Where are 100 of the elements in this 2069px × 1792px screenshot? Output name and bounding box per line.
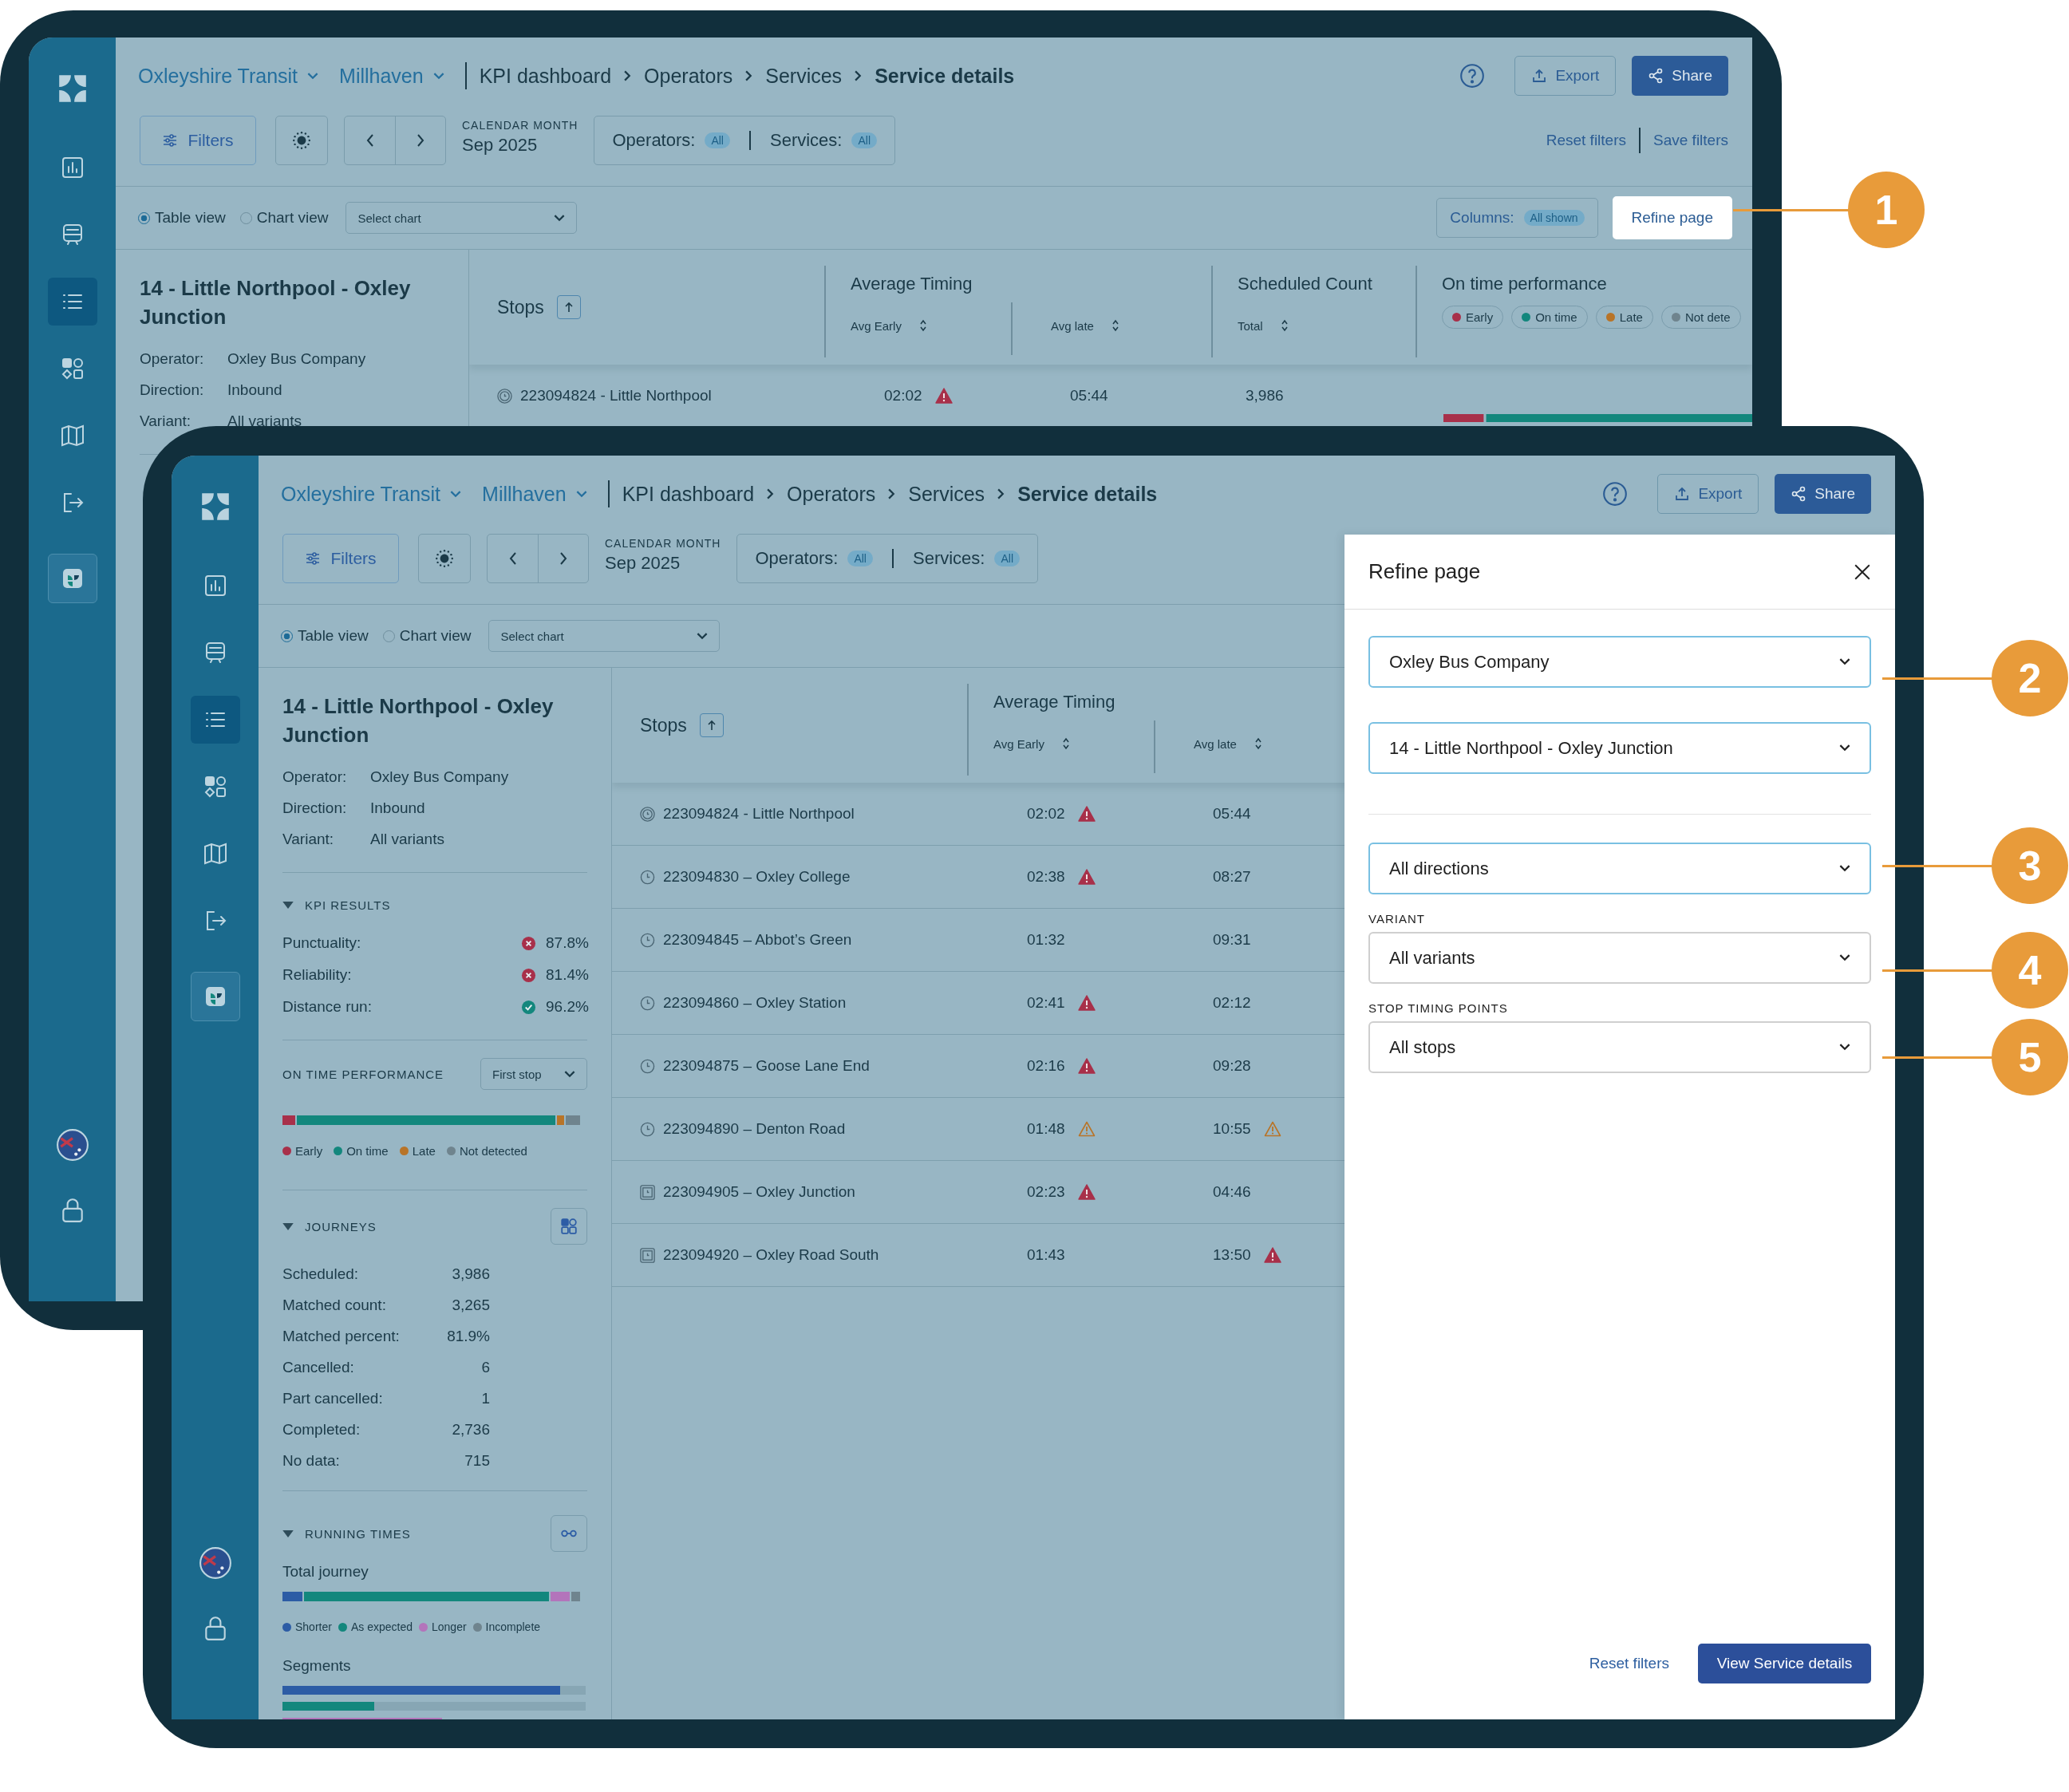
scope-selector[interactable]: Operators: All Services: All [594,116,895,165]
section-title: ON TIME PERFORMANCE [282,1067,444,1081]
filter-link[interactable]: Save filters [1653,132,1728,149]
time-value: 02:23 [1027,1183,1065,1201]
filters-button[interactable]: Filters [140,116,256,165]
detail-label: Operator: [140,350,205,368]
filter-link[interactable]: Reset filters [1546,132,1626,149]
columns-selector[interactable]: Columns: All shown [1436,198,1598,238]
journey-value: 715 [464,1452,490,1470]
time-value: 13:50 [1213,1246,1251,1264]
column-header: Avg late [1051,318,1094,333]
view-radio[interactable]: Chart view [239,209,329,227]
month-label: CALENDAR MONTH [605,537,721,550]
filters-button[interactable]: Filters [282,534,399,583]
breadcrumb-link[interactable]: Operators [787,482,876,506]
time-value: 02:41 [1027,994,1065,1012]
detail-value: All variants [227,412,302,430]
total-journey-label: Total journey [282,1563,369,1581]
refine-page-button[interactable]: Refine page [1612,196,1732,239]
detail-label: Direction: [140,381,205,399]
chart-select[interactable]: Select chart [488,620,721,652]
detail-value: All variants [370,831,445,848]
legend-label: Incomplete [485,1620,541,1633]
panel-title: Refine page [1368,559,1481,584]
legend-label: Longer [432,1620,467,1633]
kpi-value: 81.4% [546,966,587,984]
time-value: 05:44 [1070,387,1108,405]
journey-label: Matched percent: [282,1328,401,1345]
detail-value: Oxley Bus Company [370,768,510,786]
journey-label: Completed: [282,1421,361,1439]
detail-label: Variant: [282,831,335,848]
column-header: Stops [640,714,687,736]
detail-value: Inbound [370,799,426,817]
services-chip: All [994,551,1020,566]
view-radio[interactable]: Chart view [382,627,472,645]
journey-value: 81.9% [446,1328,490,1345]
export-button[interactable]: Export [1657,474,1759,514]
legend-label: Not detected [459,1144,527,1158]
column-header: Avg late [1194,736,1237,751]
share-button[interactable]: Share [1632,56,1728,96]
time-value: 01:32 [1027,931,1065,949]
column-header: Stops [497,296,544,318]
view-radio[interactable]: Table view [281,627,369,645]
journey-value: 3,265 [451,1297,490,1314]
legend-label: Shorter [295,1620,332,1633]
detail-label: Variant: [140,412,192,430]
export-button[interactable]: Export [1514,56,1617,96]
reset-filters-link[interactable]: Reset filters [1589,1655,1669,1672]
month-label: CALENDAR MONTH [462,119,578,132]
services-label: Services: [912,548,985,569]
callout-badge: 2 [1992,640,2068,716]
stop-name: 223094860 – Oxley Station [663,994,847,1012]
dropdown-field[interactable]: All directions [1368,843,1871,894]
time-value: 02:12 [1213,994,1251,1012]
breadcrumb-link[interactable]: KPI dashboard [622,482,755,506]
time-value: 10:55 [1213,1120,1251,1138]
time-value: 01:48 [1027,1120,1065,1138]
chart-select[interactable]: Select chart [345,202,578,234]
journey-label: No data: [282,1452,341,1470]
field-label: VARIANT [1368,912,1426,926]
stop-name: 223094920 – Oxley Road South [663,1246,879,1264]
view-details-button[interactable]: View Service details [1698,1644,1871,1683]
section-title: KPI RESULTS [305,898,391,912]
journey-label: Scheduled: [282,1265,360,1283]
operators-chip: All [705,132,730,148]
stop-select[interactable]: First stop [480,1058,587,1090]
journey-value: 3,986 [451,1265,490,1283]
view-radio[interactable]: Table view [138,209,226,227]
journey-label: Part cancelled: [282,1390,384,1407]
breadcrumb-link[interactable]: Services [908,482,985,506]
dropdown-field[interactable]: 14 - Little Northpool - Oxley Junction [1368,722,1871,774]
section-title: RUNNING TIMES [305,1526,411,1541]
journey-value: 6 [480,1359,490,1376]
breadcrumb-link[interactable]: Operators [644,64,733,88]
stop-name: 223094824 - Little Northpool [520,387,712,405]
dropdown-field[interactable]: Oxley Bus Company [1368,636,1871,688]
breadcrumb-link[interactable]: Services [765,64,843,88]
time-value: 02:38 [1027,868,1065,886]
callout-badge: 1 [1848,172,1925,248]
services-chip: All [851,132,877,148]
callout-badge: 5 [1992,1019,2068,1095]
dropdown-field[interactable]: All stops [1368,1021,1871,1073]
month-value: Sep 2025 [462,135,539,156]
breadcrumb-link[interactable]: KPI dashboard [479,64,612,88]
scope-selector[interactable]: Operators: All Services: All [736,534,1038,583]
kpi-label: Distance run: [282,998,372,1016]
scheduled-count: 3,986 [1246,387,1284,404]
share-button[interactable]: Share [1775,474,1871,514]
time-value: 02:16 [1027,1057,1065,1075]
detail-value: Oxley Bus Company [227,350,367,368]
dropdown-field[interactable]: All variants [1368,932,1871,984]
journey-label: Cancelled: [282,1359,355,1376]
time-value: 04:46 [1213,1183,1251,1201]
column-group-header: On time performance [1441,273,1608,295]
journey-label: Matched count: [282,1297,387,1314]
stop-name: 223094890 – Denton Road [663,1120,846,1138]
stop-name: 223094824 - Little Northpool [663,805,855,823]
journey-value: 1 [480,1390,490,1407]
operators-chip: All [847,551,873,566]
column-header: Avg Early [993,736,1044,751]
